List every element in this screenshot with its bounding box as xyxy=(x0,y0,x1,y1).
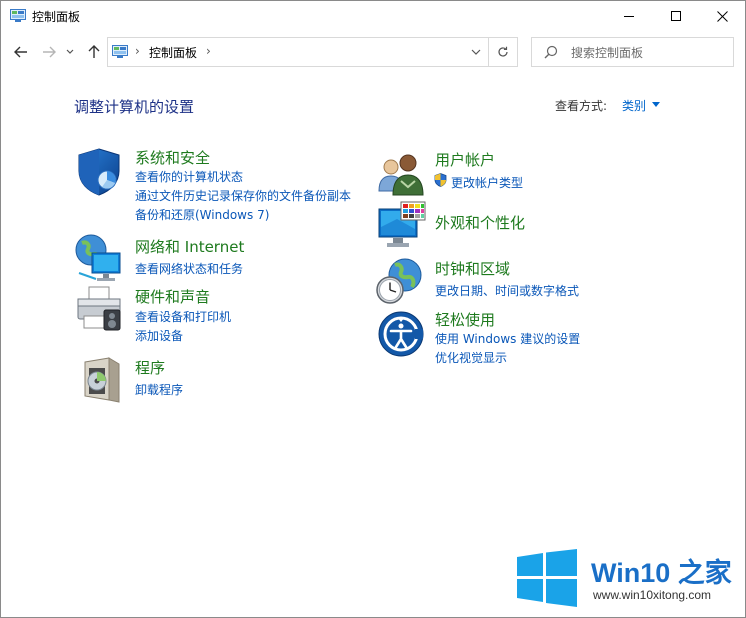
chevron-down-icon xyxy=(471,49,481,55)
minimize-button[interactable] xyxy=(606,1,652,31)
maximize-icon xyxy=(670,10,681,21)
back-button[interactable] xyxy=(10,39,32,65)
link-devices-printers[interactable]: 查看设备和打印机 xyxy=(135,308,231,325)
breadcrumb-control-panel[interactable]: 控制面板 xyxy=(149,44,197,61)
windows-logo-icon xyxy=(517,549,577,607)
uac-shield-icon xyxy=(434,173,447,187)
navigation-bar: › 控制面板 › 搜索控制面板 xyxy=(1,33,745,71)
link-file-history-backup[interactable]: 通过文件历史记录保存你的文件备份副本 xyxy=(135,187,351,204)
users-icon[interactable] xyxy=(377,151,427,201)
chevron-down-icon[interactable] xyxy=(652,102,660,107)
search-box[interactable]: 搜索控制面板 xyxy=(531,37,734,67)
control-panel-icon xyxy=(112,45,128,58)
printer-icon[interactable] xyxy=(74,284,124,334)
chevron-down-icon xyxy=(66,49,74,54)
link-network-status[interactable]: 查看网络状态和任务 xyxy=(135,260,243,277)
programs-disc-icon[interactable] xyxy=(79,354,129,404)
category-network-internet[interactable]: 网络和 Internet xyxy=(135,236,244,257)
up-button[interactable] xyxy=(83,39,105,65)
link-change-account-type[interactable]: 更改帐户类型 xyxy=(451,174,523,191)
arrow-left-icon xyxy=(14,46,27,58)
arrow-right-icon xyxy=(43,46,56,58)
link-windows-suggested-settings[interactable]: 使用 Windows 建议的设置 xyxy=(435,330,580,347)
category-ease-of-access[interactable]: 轻松使用 xyxy=(435,309,495,330)
view-by-dropdown[interactable]: 类别 xyxy=(622,97,646,114)
watermark: Win10 之家 www.win10xitong.com xyxy=(517,549,741,607)
clock-globe-icon[interactable] xyxy=(375,257,425,307)
category-clock-region[interactable]: 时钟和区域 xyxy=(435,258,510,279)
category-programs[interactable]: 程序 xyxy=(135,357,165,378)
control-panel-window: 控制面板 › 控制面板 › 搜索控制面板 调整计算机的设置 查看方式: 类别 系… xyxy=(0,0,746,618)
ease-of-access-icon[interactable] xyxy=(377,309,427,359)
link-uninstall-program[interactable]: 卸载程序 xyxy=(135,381,183,398)
refresh-icon xyxy=(498,46,508,57)
view-by-label: 查看方式: xyxy=(555,99,608,113)
search-input[interactable]: 搜索控制面板 xyxy=(571,44,643,61)
refresh-button[interactable] xyxy=(491,41,515,63)
address-dropdown-button[interactable] xyxy=(465,41,487,63)
recent-locations-button[interactable] xyxy=(63,39,77,65)
close-icon xyxy=(716,10,728,22)
breadcrumb-separator[interactable]: › xyxy=(206,44,211,58)
minimize-icon xyxy=(623,15,634,17)
monitor-palette-icon[interactable] xyxy=(377,201,427,251)
category-hardware-sound[interactable]: 硬件和声音 xyxy=(135,286,210,307)
link-change-date-time-format[interactable]: 更改日期、时间或数字格式 xyxy=(435,282,579,299)
close-button[interactable] xyxy=(699,1,745,31)
category-system-security[interactable]: 系统和安全 xyxy=(135,147,210,168)
category-user-accounts[interactable]: 用户帐户 xyxy=(435,149,495,170)
link-optimize-visual-display[interactable]: 优化视觉显示 xyxy=(435,349,507,366)
link-backup-restore[interactable]: 备份和还原(Windows 7) xyxy=(135,206,269,223)
link-view-computer-status[interactable]: 查看你的计算机状态 xyxy=(135,168,243,185)
control-panel-icon xyxy=(10,9,26,22)
security-shield-icon[interactable] xyxy=(74,147,124,197)
maximize-button[interactable] xyxy=(653,1,699,31)
forward-button[interactable] xyxy=(38,39,60,65)
watermark-title: Win10 之家 xyxy=(591,558,732,588)
arrow-up-icon xyxy=(88,45,100,58)
search-icon xyxy=(544,45,558,59)
category-appearance-personalization[interactable]: 外观和个性化 xyxy=(435,212,525,233)
link-add-device[interactable]: 添加设备 xyxy=(135,327,183,344)
divider xyxy=(488,38,489,66)
page-title: 调整计算机的设置 xyxy=(74,98,195,116)
network-globe-icon[interactable] xyxy=(74,233,124,283)
breadcrumb-separator[interactable]: › xyxy=(135,44,140,58)
window-title: 控制面板 xyxy=(32,10,81,24)
address-bar[interactable]: › 控制面板 › xyxy=(107,37,518,67)
watermark-url: www.win10xitong.com xyxy=(593,588,712,602)
title-bar[interactable]: 控制面板 xyxy=(1,1,745,31)
